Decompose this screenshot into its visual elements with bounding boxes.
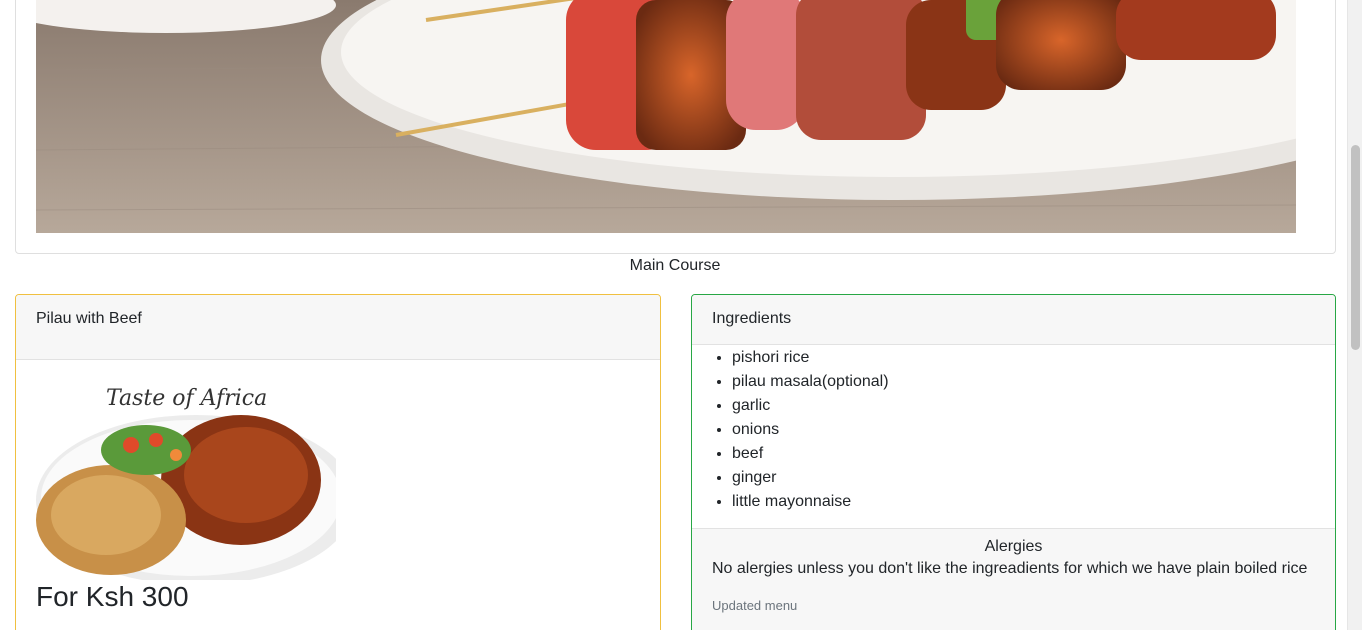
ingredient-item: little mayonnaise (732, 490, 1335, 514)
dish-title: Pilau with Beef (16, 295, 660, 360)
section-caption: Main Course (629, 257, 721, 274)
hero-food-image (36, 0, 1296, 233)
ingredient-item: garlic (732, 394, 1335, 418)
dish-image-watermark: Taste of Africa (106, 386, 267, 411)
allergies-title: Alergies (984, 538, 1043, 555)
updated-note: Updated menu (712, 598, 798, 613)
dish-image: Taste of Africa (36, 380, 336, 580)
allergies-text: No alergies unless you don't like the in… (712, 560, 1308, 577)
scrollbar-thumb[interactable] (1351, 145, 1360, 350)
allergies-footer: Alergies No alergies unless you don't li… (692, 528, 1335, 630)
page-scrollbar[interactable] (1347, 0, 1362, 630)
ingredients-card: Ingredients pishori rice pilau masala(op… (691, 294, 1336, 630)
ingredient-item: onions (732, 418, 1335, 442)
ingredient-item: pilau masala(optional) (732, 370, 1335, 394)
ingredient-item: ginger (732, 466, 1335, 490)
dish-price: For Ksh 300 (36, 581, 189, 612)
dish-card: Pilau with Beef Taste of Africa For Ksh … (15, 294, 661, 630)
ingredient-item: pishori rice (732, 346, 1335, 370)
ingredients-title: Ingredients (692, 295, 1335, 345)
ingredient-item: beef (732, 442, 1335, 466)
ingredients-list: pishori rice pilau masala(optional) garl… (692, 345, 1335, 514)
